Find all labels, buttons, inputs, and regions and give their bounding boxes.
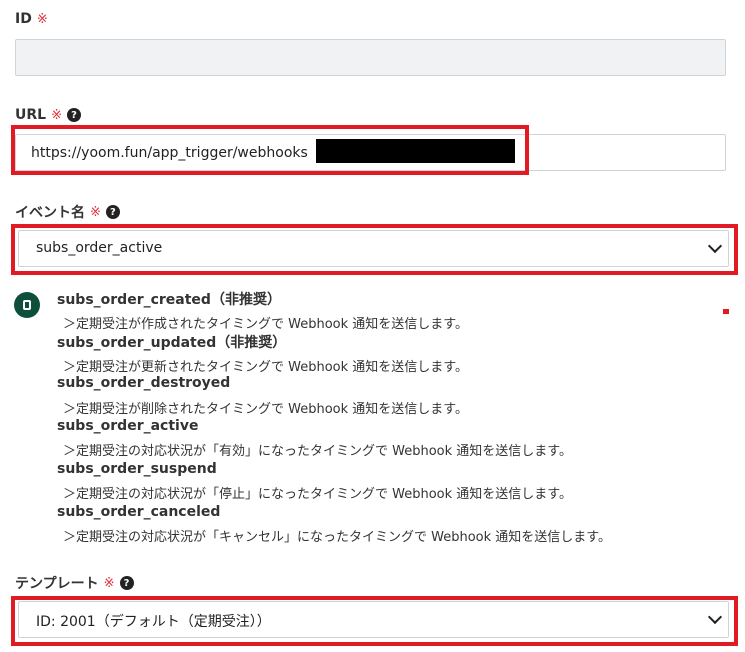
- question-circle-icon[interactable]: ?: [105, 205, 120, 219]
- id-label-text: ID: [15, 11, 32, 27]
- event-label: イベント名 ※ ?: [15, 202, 120, 222]
- red-marker: [723, 309, 729, 314]
- id-label: ID ※: [15, 11, 48, 27]
- event-item-desc: ＞定期受注の対応状況が「有効」になったタイミングで Webhook 通知を送信し…: [63, 444, 572, 459]
- event-item-desc: ＞定期受注の対応状況が「キャンセル」になったタイミングで Webhook 通知を…: [63, 530, 611, 545]
- url-label: URL ※ ?: [15, 107, 81, 123]
- event-item-name: subs_order_created（非推奨）: [57, 292, 281, 308]
- required-mark: ※: [51, 107, 62, 123]
- template-label: テンプレート ※ ?: [15, 573, 134, 593]
- app-logo-icon: [14, 292, 40, 318]
- highlight-box-url: [11, 125, 529, 175]
- event-item-desc: ＞定期受注が作成されたタイミングで Webhook 通知を送信します。: [63, 317, 468, 332]
- event-item-desc: ＞定期受注が削除されたタイミングで Webhook 通知を送信します。: [63, 402, 468, 417]
- required-mark: ※: [36, 11, 48, 27]
- template-label-text: テンプレート: [15, 576, 99, 592]
- question-circle-icon[interactable]: ?: [119, 576, 134, 590]
- event-label-text: イベント名: [15, 205, 85, 221]
- id-input[interactable]: [15, 39, 726, 76]
- highlight-box-template: [11, 596, 738, 646]
- highlight-box-event: [11, 224, 738, 275]
- url-label-text: URL: [15, 107, 47, 123]
- event-item-name: subs_order_active: [57, 418, 199, 434]
- required-mark: ※: [90, 204, 101, 220]
- event-item-name: subs_order_suspend: [57, 461, 217, 477]
- question-circle-icon[interactable]: ?: [66, 108, 81, 122]
- event-item-name: subs_order_destroyed: [57, 375, 231, 391]
- event-item-desc: ＞定期受注が更新されたタイミングで Webhook 通知を送信します。: [63, 360, 468, 375]
- required-mark: ※: [103, 575, 115, 591]
- event-item-desc: ＞定期受注の対応状況が「停止」になったタイミングで Webhook 通知を送信し…: [63, 487, 572, 502]
- event-item-name: subs_order_canceled: [57, 504, 221, 520]
- event-item-name: subs_order_updated（非推奨）: [57, 335, 287, 351]
